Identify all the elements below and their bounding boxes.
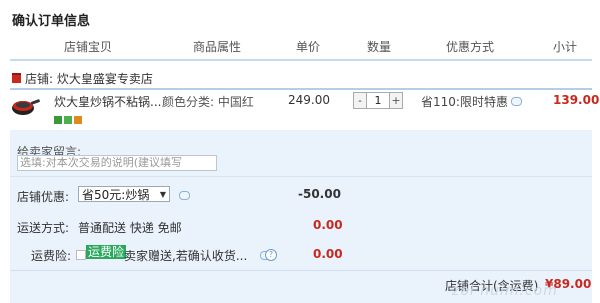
col-unit-price: 单价 [296, 40, 321, 54]
quantity-stepper: - 1 + [353, 92, 403, 109]
coupon-selected: 省50元:炒锅 [82, 188, 150, 202]
help-icon[interactable]: ? [265, 249, 277, 261]
tag-invoice-icon [74, 116, 82, 124]
item-subtotal: 139.00 [553, 93, 600, 107]
seller-message-input[interactable]: 选填:对本次交易的说明(建议填写 [17, 155, 217, 171]
qty-minus-button[interactable]: - [354, 93, 366, 108]
shop-name[interactable]: 店铺: 炊大皇盛宴专卖店 [12, 70, 153, 87]
item-name[interactable]: 炊大皇炒锅不粘锅... [54, 93, 161, 110]
shipping-amount: 0.00 [313, 218, 343, 232]
col-subtotal: 小计 [553, 40, 578, 54]
shop-coupon-label: 店铺优惠: [17, 190, 70, 204]
shipping-label: 运送方式: [17, 221, 70, 235]
comment-bubble-icon[interactable] [179, 191, 190, 200]
shop-label: 店铺: 炊大皇盛宴专卖店 [25, 72, 153, 86]
shop-coupon-amount: -50.00 [298, 187, 341, 201]
item-price: 249.00 [288, 93, 330, 107]
promotion-text: 省110:限时特惠 [421, 95, 508, 109]
item-attribute: 颜色分类: 中国红 [162, 95, 254, 109]
table-header: 店铺宝贝 商品属性 单价 数量 优惠方式 小计 [10, 31, 592, 61]
tag-7day-icon [54, 116, 62, 124]
insurance-label: 运费险: [31, 249, 72, 263]
message-placeholder: 选填:对本次交易的说明(建议填写 [20, 156, 182, 169]
qty-input[interactable]: 1 [366, 93, 390, 108]
insurance-checkbox[interactable] [76, 250, 86, 260]
insurance-description: 卖家赠送,若确认收货... [124, 249, 248, 263]
col-attributes: 商品属性 [193, 40, 242, 54]
qty-plus-button[interactable]: + [390, 93, 402, 108]
wok-thumbnail[interactable] [10, 94, 40, 120]
shipping-method: 普通配送 快递 免邮 [78, 221, 182, 235]
item-tags [54, 113, 84, 127]
col-quantity: 数量 [367, 40, 392, 54]
col-product: 店铺宝贝 [64, 40, 113, 54]
col-promotion: 优惠方式 [446, 40, 495, 54]
total-divider [10, 270, 592, 271]
shop-coupon-select[interactable]: 省50元:炒锅 ▼ [78, 186, 170, 202]
dropdown-arrow-icon: ▼ [159, 190, 166, 199]
panel-divider [10, 176, 592, 177]
tag-guarantee-icon [64, 116, 72, 124]
insurance-amount: 0.00 [313, 247, 343, 261]
item-promotion: 省110:限时特惠 [421, 93, 522, 110]
insurance-badge: 运费险 [86, 245, 127, 259]
shop-icon [12, 73, 21, 83]
section-title: 确认订单信息 [12, 14, 91, 29]
comment-bubble-icon[interactable] [510, 97, 522, 106]
watermark: zol nuim.com [452, 283, 558, 299]
